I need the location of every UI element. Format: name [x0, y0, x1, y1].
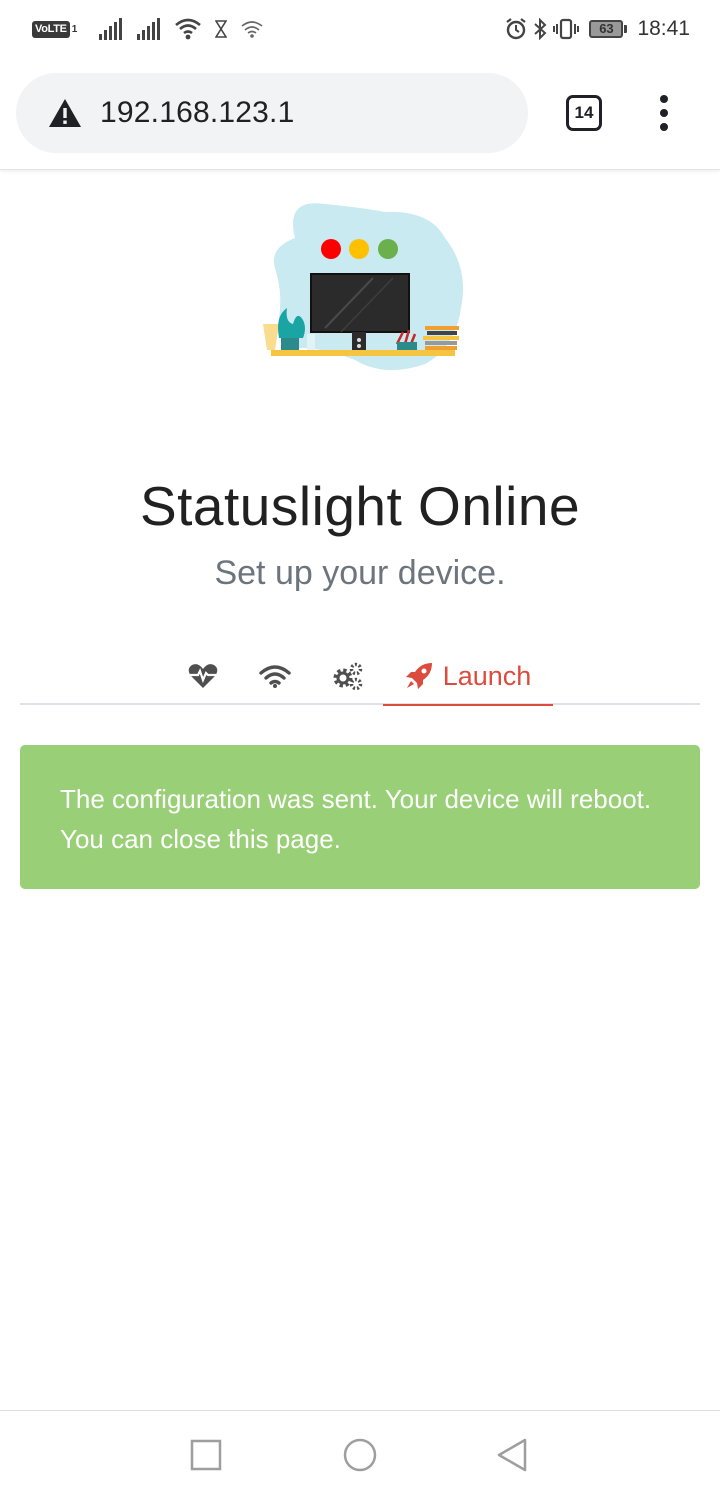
battery-indicator: 63 — [589, 20, 628, 38]
menu-dot — [660, 95, 668, 103]
menu-dot — [660, 123, 668, 131]
status-left: VoLTE 1 — [32, 16, 277, 42]
setup-steps-nav: Launch — [20, 640, 700, 706]
bluetooth-icon — [534, 18, 547, 40]
screen: VoLTE 1 63 18:41 192.168.123.1 14 Status… — [0, 0, 720, 1496]
alert-message: The configuration was sent. Your device … — [60, 784, 652, 854]
battery-level: 63 — [589, 20, 624, 38]
wifi-icon — [259, 665, 291, 688]
heartbeat-icon — [188, 664, 218, 688]
rocket-icon — [405, 663, 432, 689]
page-subtitle: Set up your device. — [214, 554, 506, 592]
red-light — [321, 239, 341, 259]
wifi-hotspot-icon — [241, 21, 263, 38]
signal-2-icon — [137, 18, 161, 40]
recents-square-icon[interactable] — [186, 1435, 226, 1475]
yellow-light — [349, 239, 369, 259]
tab-wifi[interactable] — [255, 648, 295, 704]
browser-toolbar: 192.168.123.1 14 — [0, 58, 720, 170]
system-nav-bar — [0, 1410, 720, 1496]
tab-settings[interactable] — [328, 648, 368, 704]
cogs-icon — [333, 662, 363, 690]
sim-number: 1 — [71, 23, 78, 35]
vibrate-icon — [553, 18, 580, 40]
success-alert: The configuration was sent. Your device … — [20, 745, 700, 889]
tab-switcher-button[interactable]: 14 — [566, 95, 602, 131]
url-text[interactable]: 192.168.123.1 — [100, 96, 294, 130]
alarm-icon — [506, 18, 527, 40]
address-bar[interactable]: 192.168.123.1 — [16, 73, 528, 153]
green-light — [378, 239, 398, 259]
signal-icon — [99, 18, 123, 40]
wifi-status-icon — [175, 18, 202, 40]
back-triangle-icon[interactable] — [492, 1435, 532, 1475]
desk-shelf — [271, 350, 455, 356]
status-right: 63 18:41 — [505, 14, 690, 44]
volte-badge: VoLTE — [32, 20, 70, 38]
status-bar: VoLTE 1 63 18:41 — [0, 0, 720, 58]
battery-tip — [624, 25, 628, 33]
hourglass-icon — [215, 20, 228, 38]
page-title: Statuslight Online — [139, 475, 581, 537]
browser-menu-button[interactable] — [650, 95, 678, 135]
clock: 18:41 — [637, 17, 690, 40]
not-secure-warning-icon[interactable] — [48, 98, 82, 128]
monitor-screen — [310, 273, 410, 333]
home-circle-icon[interactable] — [340, 1435, 380, 1475]
tab-launch[interactable]: Launch — [383, 648, 553, 706]
hero-illustration — [263, 203, 463, 371]
menu-dot — [660, 109, 668, 117]
tab-health[interactable] — [183, 648, 223, 704]
tab-launch-label: Launch — [442, 660, 532, 691]
